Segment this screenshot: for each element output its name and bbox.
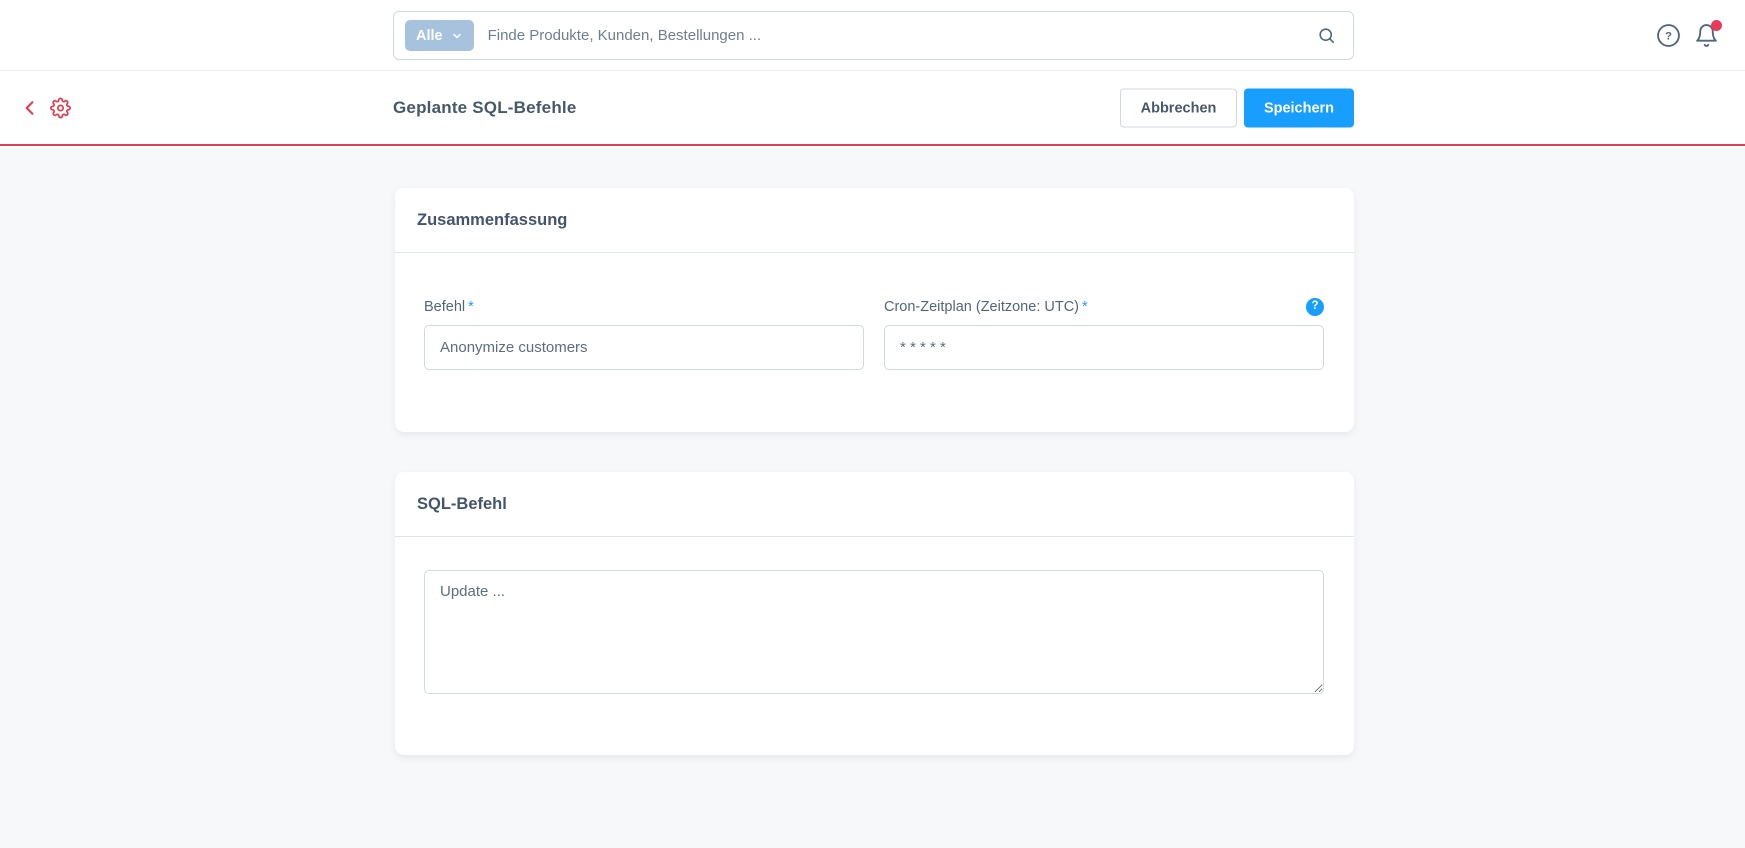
- help-icon[interactable]: ?: [1656, 23, 1681, 48]
- global-search-bar: Alle: [393, 11, 1354, 60]
- search-input[interactable]: [474, 12, 1317, 59]
- content-area: Zusammenfassung Befehl* Cron-Zeitplan (Z…: [0, 148, 1745, 848]
- sql-card: SQL-Befehl: [395, 472, 1354, 755]
- help-glyph: ?: [1665, 31, 1672, 43]
- summary-card-body: Befehl* Cron-Zeitplan (Zeitzone: UTC)* ?: [395, 253, 1354, 370]
- cron-field: Cron-Zeitplan (Zeitzone: UTC)* ?: [884, 298, 1324, 370]
- sql-card-title: SQL-Befehl: [395, 472, 1354, 537]
- command-field-label: Befehl*: [424, 299, 474, 315]
- smartbar: Geplante SQL-Befehle Abbrechen Speichern: [0, 72, 1745, 146]
- command-input[interactable]: [424, 325, 864, 370]
- settings-gear-icon[interactable]: [48, 96, 73, 121]
- smartbar-actions: Abbrechen Speichern: [1120, 89, 1354, 128]
- search-scope-dropdown[interactable]: Alle: [405, 20, 474, 51]
- topbar-icons: ?: [1656, 0, 1745, 71]
- summary-card: Zusammenfassung Befehl* Cron-Zeitplan (Z…: [395, 188, 1354, 432]
- sql-card-body: [395, 537, 1354, 699]
- cron-field-label: Cron-Zeitplan (Zeitzone: UTC)*: [884, 299, 1088, 315]
- page-title: Geplante SQL-Befehle: [393, 98, 576, 118]
- back-button[interactable]: [16, 95, 43, 122]
- notification-dot: [1711, 20, 1722, 31]
- sql-statement-textarea[interactable]: [424, 570, 1324, 694]
- cancel-button[interactable]: Abbrechen: [1120, 89, 1237, 128]
- summary-card-title: Zusammenfassung: [395, 188, 1354, 253]
- command-field: Befehl*: [424, 298, 864, 370]
- cron-input[interactable]: [884, 325, 1324, 370]
- search-scope-label: Alle: [416, 28, 443, 44]
- required-mark: *: [468, 299, 474, 315]
- notification-bell-icon[interactable]: [1694, 23, 1719, 48]
- chevron-down-icon: [451, 30, 463, 42]
- required-mark: *: [1082, 299, 1088, 315]
- cron-help-icon[interactable]: ?: [1306, 298, 1324, 316]
- search-icon: [1317, 26, 1336, 45]
- save-button[interactable]: Speichern: [1244, 89, 1354, 128]
- topbar: Alle ?: [0, 0, 1745, 71]
